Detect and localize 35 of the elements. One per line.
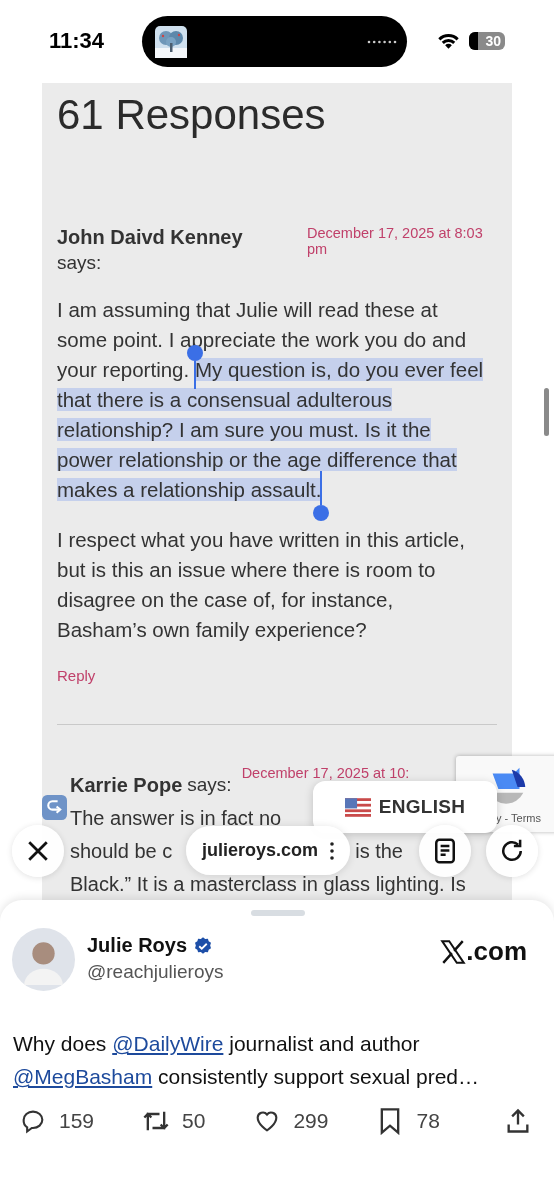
mention-link[interactable]: @MegBasham	[13, 1065, 153, 1088]
reply-link[interactable]: Reply	[57, 667, 497, 724]
activity-dots-icon	[367, 39, 397, 44]
comment-author[interactable]: John Daivd Kenney	[57, 223, 243, 251]
x-logo-icon	[440, 938, 467, 965]
comment-date[interactable]: December 17, 2025 at 10:	[241, 765, 410, 781]
scroll-indicator	[544, 388, 549, 436]
status-time: 11:34	[49, 28, 105, 54]
battery-icon: 30	[469, 31, 505, 50]
wifi-icon	[436, 31, 461, 50]
account-handle[interactable]: @reachjulieroys	[87, 961, 224, 983]
action-count: 299	[293, 1109, 329, 1133]
account-name[interactable]: Julie Roys	[87, 934, 188, 957]
source-domain[interactable]: .com	[466, 936, 527, 967]
avatar[interactable]	[12, 928, 75, 991]
comment-date[interactable]: December 17, 2025 at 8:03 pm	[307, 225, 497, 257]
close-button[interactable]	[12, 825, 64, 877]
action-count: 159	[59, 1109, 95, 1133]
responses-heading: 61 Responses	[57, 90, 327, 140]
says-label: says:	[187, 773, 232, 797]
comment-text: is the	[355, 839, 403, 864]
action-count: 78	[416, 1109, 440, 1133]
language-popup[interactable]: ENGLISH	[313, 781, 497, 833]
more-icon	[330, 841, 334, 860]
mention-link[interactable]: @DailyWire	[112, 1032, 224, 1055]
flag-icon	[344, 797, 371, 817]
comment-author[interactable]: Karrie Pope	[70, 771, 183, 799]
says-label: says:	[57, 251, 103, 275]
address-bar[interactable]: julieroys.com	[186, 826, 350, 875]
comment-text: Black.” It is a masterclass in glass lighting. Is	[70, 872, 466, 897]
tweet-text: Why does @DailyWire journalist and author @MegBasham consistently support sexual pred…	[13, 1031, 481, 1090]
comment-text: I respect what you have written in this article, but is this an issue where there is room to disagree on the case of, for instance, Basham’s own family experience?	[57, 527, 466, 643]
dynamic-island[interactable]	[142, 16, 407, 67]
comment-text: should be c	[70, 839, 173, 864]
action-count: 50	[182, 1109, 206, 1133]
